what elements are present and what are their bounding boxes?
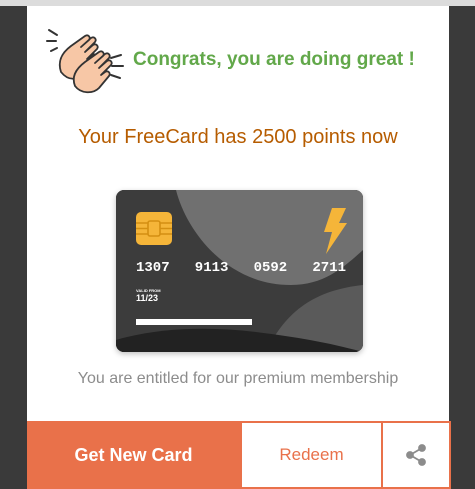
credit-card: 1307 9113 0592 2711 VALID FROM 11/23 xyxy=(116,190,363,352)
chip-icon xyxy=(136,212,172,245)
redeem-button[interactable]: Redeem xyxy=(240,421,383,489)
reward-panel: Congrats, you are doing great ! Your Fre… xyxy=(27,6,451,489)
card-number-group-3: 0592 xyxy=(253,260,288,276)
card-number-group-4: 2711 xyxy=(312,260,346,276)
action-bar: Get New Card Redeem xyxy=(27,421,451,489)
lightning-bolt-icon xyxy=(324,208,347,254)
card-number: 1307 9113 0592 2711 xyxy=(136,260,346,276)
get-new-card-button[interactable]: Get New Card xyxy=(27,421,240,489)
membership-message: You are entitled for our premium members… xyxy=(77,370,399,387)
congrats-text: Congrats, you are doing great ! xyxy=(133,49,415,70)
card-number-group-2: 9113 xyxy=(194,260,229,276)
header: Congrats, you are doing great ! xyxy=(45,24,415,96)
points-message: Your FreeCard has 2500 points now xyxy=(78,126,398,148)
valid-date: 11/23 xyxy=(136,293,159,303)
share-icon xyxy=(406,444,426,466)
clapping-hands-icon xyxy=(46,29,124,94)
share-button[interactable] xyxy=(383,421,451,489)
card-number-group-1: 1307 xyxy=(136,260,170,276)
cardholder-name-bar xyxy=(136,319,252,325)
